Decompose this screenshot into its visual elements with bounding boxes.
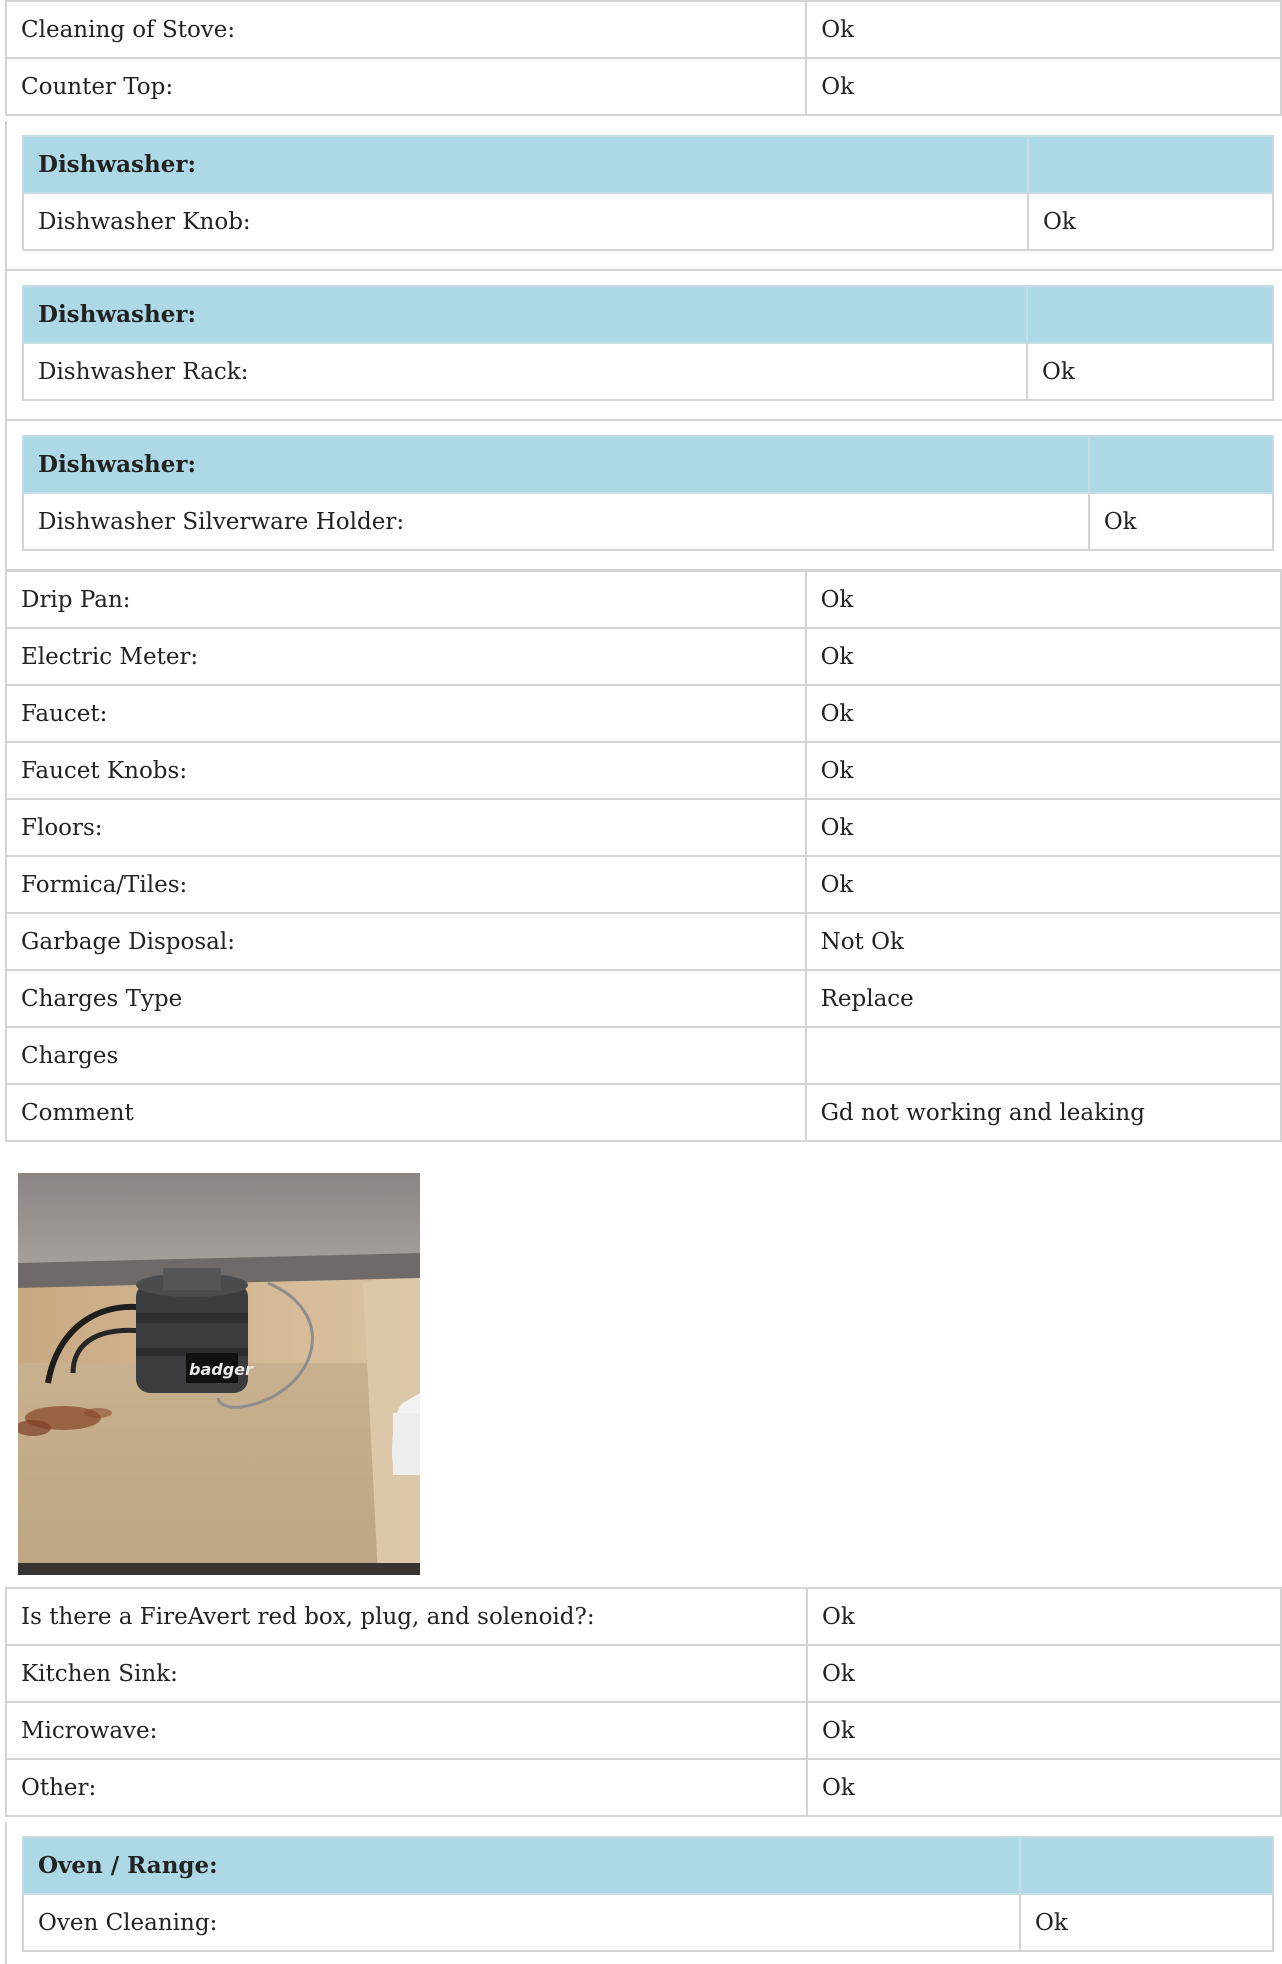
row-value: Ok <box>804 570 1282 629</box>
inspection-table-middle: Drip Pan: Ok Electric Meter: Ok Faucet: … <box>5 570 1282 1142</box>
section-header: Oven / Range: <box>22 1836 1021 1895</box>
row-value: Ok <box>805 0 1282 59</box>
row-label: Microwave: <box>5 1701 808 1760</box>
row-value: Ok <box>804 684 1282 743</box>
row-label: Cleaning of Stove: <box>4 0 808 59</box>
section-header-empty <box>1019 1836 1274 1895</box>
inspection-table-top: Cleaning of Stove: Ok Counter Top: Ok <box>4 0 1282 116</box>
section-table: Dishwasher: Dishwasher Rack: Ok <box>22 285 1274 401</box>
table-row: Microwave: Ok <box>5 1701 1282 1760</box>
row-value: Ok <box>806 1701 1282 1760</box>
row-label: Counter Top: <box>4 57 808 116</box>
row-value: Not Ok <box>804 912 1282 971</box>
section-header-empty <box>1026 285 1274 344</box>
section-table: Oven / Range: Oven Cleaning: Ok <box>22 1836 1274 1952</box>
garbage-disposal-photo[interactable]: badger <box>18 1173 420 1575</box>
row-label: Charges <box>5 1026 807 1085</box>
row-value: Ok <box>806 1758 1282 1817</box>
row-value: Ok <box>1019 1893 1274 1952</box>
section-table: Dishwasher: Dishwasher Knob: Ok <box>22 135 1274 251</box>
row-value: Ok <box>804 741 1282 800</box>
row-value: Ok <box>805 57 1282 116</box>
section-header-empty <box>1087 435 1275 494</box>
table-row: Other: Ok <box>5 1758 1282 1817</box>
row-label: Floors: <box>5 798 807 857</box>
dishwasher-rack-section: Dishwasher: Dishwasher Rack: Ok <box>5 271 1282 421</box>
table-row: Dishwasher Knob: Ok <box>22 192 1274 251</box>
row-label: Charges Type <box>5 969 807 1028</box>
row-value: Ok <box>1087 492 1275 551</box>
row-label: Other: <box>5 1758 808 1817</box>
table-row: Dishwasher Silverware Holder: Ok <box>22 492 1275 551</box>
section-header: Dishwasher: <box>22 435 1090 494</box>
row-label: Comment <box>5 1083 807 1142</box>
row-value: Replace <box>804 969 1282 1028</box>
row-value: Gd not working and leaking <box>804 1083 1282 1142</box>
section-header-row: Dishwasher: <box>22 435 1275 494</box>
row-value: Ok <box>1027 192 1274 251</box>
row-label: Faucet Knobs: <box>5 741 807 800</box>
section-table: Dishwasher: Dishwasher Silverware Holder… <box>22 435 1275 551</box>
section-header-empty <box>1027 135 1274 194</box>
photo-label-text: badger <box>189 1360 254 1379</box>
photo-image: badger <box>18 1173 420 1575</box>
table-row: Oven Cleaning: Ok <box>22 1893 1274 1952</box>
row-value: Ok <box>806 1644 1282 1703</box>
table-row: Cleaning of Stove: Ok <box>4 0 1282 59</box>
section-header: Dishwasher: <box>22 135 1029 194</box>
row-label: Faucet: <box>5 684 807 743</box>
row-value: Ok <box>804 627 1282 686</box>
table-row: Kitchen Sink: Ok <box>5 1644 1282 1703</box>
row-label: Dishwasher Silverware Holder: <box>22 492 1090 551</box>
row-label: Kitchen Sink: <box>5 1644 808 1703</box>
table-row: Garbage Disposal: Not Ok <box>5 912 1282 971</box>
oven-range-section: Oven / Range: Oven Cleaning: Ok <box>5 1822 1282 1964</box>
table-row: Floors: Ok <box>5 798 1282 857</box>
table-row: Drip Pan: Ok <box>5 570 1282 629</box>
table-row: Comment Gd not working and leaking <box>5 1083 1282 1142</box>
table-row: Is there a FireAvert red box, plug, and … <box>5 1587 1282 1646</box>
table-row: Charges Type Replace <box>5 969 1282 1028</box>
section-header: Dishwasher: <box>22 285 1028 344</box>
dishwasher-silverware-section: Dishwasher: Dishwasher Silverware Holder… <box>5 421 1282 571</box>
section-header-row: Dishwasher: <box>22 135 1274 194</box>
section-header-row: Dishwasher: <box>22 285 1274 344</box>
row-label: Is there a FireAvert red box, plug, and … <box>5 1587 808 1646</box>
row-value: Ok <box>804 855 1282 914</box>
dishwasher-knob-section: Dishwasher: Dishwasher Knob: Ok <box>5 121 1282 271</box>
inspection-table-bottom: Is there a FireAvert red box, plug, and … <box>5 1587 1282 1817</box>
row-label: Garbage Disposal: <box>5 912 807 971</box>
table-row: Faucet Knobs: Ok <box>5 741 1282 800</box>
row-label: Dishwasher Rack: <box>22 342 1028 401</box>
row-label: Formica/Tiles: <box>5 855 807 914</box>
row-label: Dishwasher Knob: <box>22 192 1029 251</box>
row-value: Ok <box>1026 342 1274 401</box>
table-row: Formica/Tiles: Ok <box>5 855 1282 914</box>
table-row: Electric Meter: Ok <box>5 627 1282 686</box>
row-label: Drip Pan: <box>5 570 807 629</box>
table-row: Counter Top: Ok <box>4 57 1282 116</box>
row-label: Oven Cleaning: <box>22 1893 1021 1952</box>
row-value: Ok <box>806 1587 1282 1646</box>
section-header-row: Oven / Range: <box>22 1836 1274 1895</box>
table-row: Charges <box>5 1026 1282 1085</box>
row-value: Ok <box>804 798 1282 857</box>
row-label: Electric Meter: <box>5 627 807 686</box>
table-row: Faucet: Ok <box>5 684 1282 743</box>
row-value <box>804 1026 1282 1085</box>
table-row: Dishwasher Rack: Ok <box>22 342 1274 401</box>
